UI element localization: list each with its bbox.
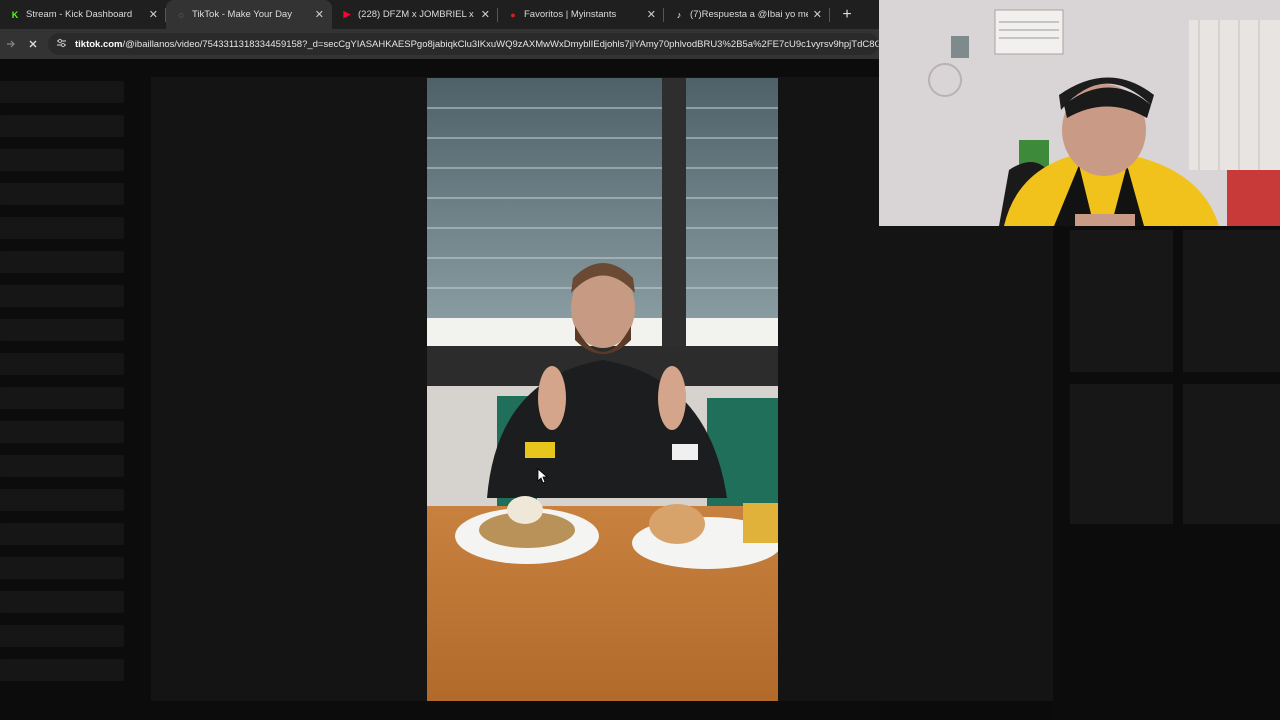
browser-tab[interactable]: ▶ (228) DFZM x JOMBRIEL x JOWELL ✕ [332, 0, 498, 29]
tab-title: (228) DFZM x JOMBRIEL x JOWELL [358, 9, 476, 20]
skeleton-item [0, 523, 124, 545]
loading-icon: ◌ [178, 9, 184, 20]
tab-title: Favoritos | Myinstants [524, 9, 617, 20]
skeleton-item [0, 217, 124, 239]
skeleton-item [0, 489, 124, 511]
skeleton-item [0, 591, 124, 613]
browser-tab[interactable]: ♪ (7)Respuesta a @Ibai yo me sa ✕ [664, 0, 830, 29]
skeleton-item [0, 285, 124, 307]
skeleton-item [0, 387, 124, 409]
webcam-overlay [879, 0, 1280, 226]
close-tab-icon[interactable]: ✕ [315, 8, 324, 21]
close-tab-icon[interactable]: ✕ [481, 8, 490, 21]
youtube-icon: ▶ [343, 9, 351, 19]
close-tab-icon[interactable]: ✕ [647, 8, 656, 21]
video-card-skeleton [1070, 230, 1173, 372]
site-settings-icon[interactable] [56, 38, 67, 51]
tab-separator [829, 8, 830, 22]
browser-toolbar: tiktok.com/@ibaillanos/video/75433113183… [0, 29, 879, 59]
forward-arrow-icon[interactable] [0, 33, 22, 55]
recommendations-panel [1053, 226, 1280, 720]
mouse-cursor-icon [537, 468, 549, 489]
skeleton-item [0, 115, 124, 137]
video-card-skeleton [1183, 384, 1280, 524]
video-card-skeleton [1070, 384, 1173, 524]
skeleton-item [0, 625, 124, 647]
tab-title: (7)Respuesta a @Ibai yo me sa [690, 9, 808, 20]
skeleton-item [0, 659, 124, 681]
url-text: tiktok.com/@ibaillanos/video/75433113183… [75, 39, 879, 50]
skeleton-item [0, 81, 124, 103]
skeleton-item [0, 149, 124, 171]
skeleton-item [0, 455, 124, 477]
browser-tab[interactable]: K Stream - Kick Dashboard ✕ [0, 0, 166, 29]
skeleton-item [0, 319, 124, 341]
skeleton-item [0, 183, 124, 205]
url-domain: tiktok.com [75, 38, 123, 50]
skeleton-item [0, 557, 124, 579]
browser-tab[interactable]: ● Favoritos | Myinstants ✕ [498, 0, 664, 29]
myinstants-icon: ● [510, 9, 516, 20]
skeleton-item [0, 421, 124, 443]
stop-loading-icon[interactable] [22, 33, 44, 55]
tiktok-icon: ♪ [676, 9, 682, 20]
address-bar[interactable]: tiktok.com/@ibaillanos/video/75433113183… [48, 33, 879, 55]
close-tab-icon[interactable]: ✕ [149, 8, 158, 21]
tiktok-video[interactable] [427, 78, 778, 701]
tab-title: Stream - Kick Dashboard [26, 9, 133, 20]
skeleton-item [0, 353, 124, 375]
close-tab-icon[interactable]: ✕ [813, 8, 822, 21]
tabs-container: K Stream - Kick Dashboard ✕ ◌ TikTok - Make … [0, 0, 830, 29]
skeleton-item [0, 251, 124, 273]
browser-tab[interactable]: ◌ TikTok - Make Your Day ✕ [166, 0, 332, 29]
sidebar-skeleton [0, 81, 124, 693]
new-tab-button[interactable]: + [836, 0, 858, 29]
url-path: /@ibaillanos/video/7543311318334459158?_… [122, 38, 879, 50]
kick-icon: K [11, 9, 19, 20]
tab-strip: K Stream - Kick Dashboard ✕ ◌ TikTok - Make … [0, 0, 879, 29]
tab-title: TikTok - Make Your Day [192, 9, 292, 20]
video-card-skeleton [1183, 230, 1280, 372]
